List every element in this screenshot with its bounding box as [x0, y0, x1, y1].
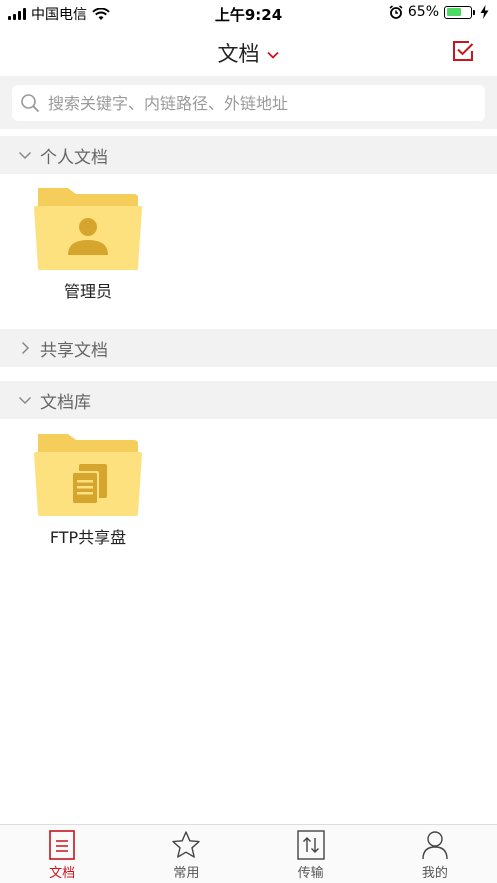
nav-title: 文档 — [217, 42, 260, 66]
battery-fill — [446, 8, 462, 16]
status-bar-right: 65% — [389, 4, 489, 20]
document-icon — [49, 830, 75, 860]
battery-percent: 65% — [407, 4, 439, 20]
tab-label: 传输 — [297, 866, 324, 881]
folder-item-admin[interactable]: 管理员 — [13, 186, 163, 302]
tab-bar: 文档 常用 传输 我的 — [0, 824, 497, 883]
folder-item-ftp[interactable]: FTP共享盘 — [13, 432, 163, 548]
section-shared-docs[interactable]: 共享文档 — [0, 329, 497, 367]
chevron-down-icon — [266, 51, 279, 59]
alarm-icon — [389, 5, 403, 19]
section-doc-library[interactable]: 文档库 — [0, 381, 497, 419]
star-icon — [172, 831, 201, 858]
section-label: 共享文档 — [40, 340, 108, 361]
tab-transfer[interactable]: 传输 — [249, 825, 373, 883]
nav-bar: 文档 — [0, 26, 497, 76]
tab-label: 我的 — [421, 866, 448, 881]
tab-favorites[interactable]: 常用 — [124, 825, 248, 883]
folder-label: FTP共享盘 — [49, 528, 127, 547]
transfer-icon — [296, 830, 325, 860]
battery-icon — [444, 5, 475, 19]
tab-label: 常用 — [173, 866, 200, 881]
checkbox-icon[interactable] — [451, 39, 475, 63]
search-box[interactable] — [12, 85, 485, 121]
section-label: 文档库 — [40, 392, 91, 413]
search-icon — [21, 94, 40, 113]
charging-icon — [480, 5, 489, 19]
status-bar: 中国电信 上午9:24 65% — [0, 0, 497, 26]
chevron-down-icon — [18, 396, 32, 405]
section-personal-docs[interactable]: 个人文档 — [0, 136, 497, 174]
section-label: 个人文档 — [40, 147, 108, 168]
tab-mine[interactable]: 我的 — [373, 825, 497, 883]
document-folder-icon — [34, 434, 142, 516]
chevron-down-icon — [18, 151, 32, 160]
tab-label: 文档 — [49, 866, 76, 881]
search-input[interactable] — [48, 93, 485, 113]
person-icon — [422, 831, 448, 860]
chevron-right-icon — [21, 341, 30, 355]
search-bar — [0, 76, 497, 129]
nav-title-dropdown[interactable]: 文档 — [0, 38, 497, 68]
folder-label: 管理员 — [63, 282, 112, 301]
user-folder-icon — [34, 188, 142, 270]
tab-documents[interactable]: 文档 — [0, 825, 124, 883]
